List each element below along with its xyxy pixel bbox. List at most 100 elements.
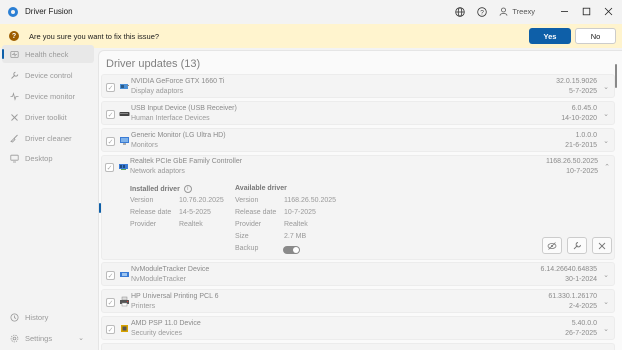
device-name: AMD PSP 11.0 Device: [131, 320, 201, 327]
checkbox[interactable]: ✓: [105, 163, 114, 172]
sidebar-item-label: Device monitor: [25, 91, 76, 101]
maximize-icon: [582, 7, 590, 16]
checkbox[interactable]: ✓: [106, 325, 115, 334]
device-category: Human Interface Devices: [131, 115, 210, 122]
checkbox[interactable]: ✓: [106, 83, 115, 92]
device-version: 32.0.15.9026: [556, 78, 597, 85]
sidebar-item-driver-cleaner[interactable]: Driver cleaner: [2, 129, 94, 147]
device-row-partial[interactable]: [101, 343, 615, 350]
installed-driver-title: Installed driver: [130, 185, 180, 193]
hide-update-button[interactable]: [542, 237, 562, 254]
device-row[interactable]: ✓ HP Universal Printing PCL 6 Printers 6…: [101, 289, 615, 313]
help-icon[interactable]: ?: [471, 0, 493, 23]
device-row[interactable]: ✓ Generic Monitor (LG Ultra HD) Monitors…: [101, 128, 615, 152]
device-version: 1168.26.50.2025: [545, 158, 598, 165]
device-category: NvModuleTracker: [131, 276, 186, 283]
close-button[interactable]: [597, 0, 619, 23]
chevron-down-icon[interactable]: ⌄: [603, 83, 609, 91]
scrollbar-thumb[interactable]: [615, 64, 617, 88]
device-version: 5.40.0.0: [571, 320, 597, 327]
device-date: 10-7-2025: [566, 168, 598, 175]
user-account[interactable]: Treexy: [499, 7, 535, 16]
pulse-icon: [9, 91, 19, 101]
sidebar-item-desktop[interactable]: Desktop: [2, 149, 94, 167]
no-button[interactable]: No: [575, 28, 616, 44]
checkbox[interactable]: ✓: [106, 298, 115, 307]
installed-driver-heading: Installed driver i: [130, 185, 192, 193]
device-row[interactable]: ✓ USB Input Device (USB Receiver) Human …: [101, 101, 615, 125]
checkbox[interactable]: ✓: [106, 271, 115, 280]
fix-button[interactable]: [567, 237, 587, 254]
tools-icon: [598, 242, 606, 249]
sidebar-item-health-check[interactable]: Health check: [2, 45, 94, 63]
sidebar-item-device-control[interactable]: Device control: [2, 66, 94, 84]
installed-release-date-label: Release date: [130, 209, 172, 216]
chevron-up-icon[interactable]: ⌃: [604, 163, 610, 171]
confirmation-banner: ? Are you sure you want to fix this issu…: [0, 24, 622, 48]
sidebar-item-history[interactable]: History: [2, 308, 94, 326]
available-provider-value: Realtek: [284, 221, 308, 228]
device-category: Printers: [131, 303, 156, 310]
maximize-button[interactable]: [575, 0, 597, 23]
gear-icon: [9, 333, 19, 343]
device-category: Network adaptors: [130, 168, 185, 175]
selection-indicator: [99, 203, 101, 213]
yes-button[interactable]: Yes: [529, 28, 571, 44]
device-row-expanded[interactable]: ✓ Realtek PCIe GbE Family Controller Net…: [101, 155, 615, 179]
installed-release-date-value: 14-5-2025: [179, 209, 211, 216]
backup-toggle[interactable]: [283, 246, 300, 254]
sidebar-item-driver-toolkit[interactable]: Driver toolkit: [2, 108, 94, 126]
monitor-icon: [120, 137, 129, 145]
info-icon[interactable]: i: [183, 185, 192, 193]
sidebar-item-settings[interactable]: Settings ⌄: [2, 329, 94, 347]
available-version-label: Version: [235, 197, 259, 204]
wrench-icon: [9, 70, 19, 80]
device-row[interactable]: ✓ AMD PSP 11.0 Device Security devices 5…: [101, 316, 615, 340]
eye-off-icon: [547, 241, 557, 250]
installed-version-value: 10.76.20.2025: [179, 197, 224, 204]
minimize-button[interactable]: [553, 0, 575, 23]
minimize-icon: [560, 11, 568, 12]
device-date: 30-1-2024: [565, 276, 597, 283]
installed-provider-label: Provider: [130, 221, 157, 228]
svg-text:?: ?: [481, 9, 485, 16]
device-date: 2-4-2025: [568, 303, 597, 310]
banner-message: Are you sure you want to fix this issue?: [29, 31, 160, 41]
checkbox[interactable]: ✓: [106, 110, 115, 119]
user-name: Treexy: [512, 7, 535, 16]
backup-label: Backup: [235, 245, 259, 252]
page-title: Driver updates (13): [106, 58, 201, 70]
tools-icon: [9, 112, 19, 122]
sidebar-item-label: Driver cleaner: [25, 133, 72, 143]
device-name: USB Input Device (USB Receiver): [131, 105, 237, 112]
close-icon: [604, 7, 612, 16]
sidebar-item-label: Health check: [25, 49, 69, 59]
user-icon: [499, 7, 508, 16]
checkbox[interactable]: ✓: [106, 137, 115, 146]
installed-version-label: Version: [130, 197, 154, 204]
globe-icon[interactable]: [449, 0, 471, 23]
display-adapter-icon: [120, 84, 129, 89]
device-row[interactable]: ✓ NVIDIA GeForce GTX 1660 Ti Display ada…: [101, 74, 615, 98]
device-row[interactable]: ✓ NvModuleTracker Device NvModuleTracker…: [101, 262, 615, 286]
chevron-down-icon[interactable]: ⌄: [603, 271, 609, 279]
device-name: NvModuleTracker Device: [131, 266, 210, 273]
chevron-down-icon[interactable]: ⌄: [603, 298, 609, 306]
sidebar-item-device-monitor[interactable]: Device monitor: [2, 87, 94, 105]
chevron-down-icon[interactable]: ⌄: [603, 137, 609, 145]
chevron-down-icon[interactable]: ⌄: [603, 110, 609, 118]
chevron-down-icon[interactable]: ⌄: [603, 325, 609, 333]
tools-button[interactable]: [592, 237, 612, 254]
warning-icon: ?: [9, 31, 19, 41]
available-driver-heading: Available driver: [235, 185, 287, 192]
printer-icon: [120, 296, 129, 307]
sidebar-item-label: History: [25, 312, 49, 322]
available-size-value: 2.7 MB: [284, 233, 307, 240]
device-date: 5-7-2025: [568, 88, 597, 95]
sidebar: Health check Device control Device monit…: [0, 45, 96, 350]
device-date: 14-10-2020: [561, 115, 597, 122]
available-release-date-value: 10-7-2025: [284, 209, 316, 216]
app-title: Driver Fusion: [25, 7, 73, 16]
chevron-down-icon: ⌄: [78, 335, 84, 342]
device-category: Security devices: [131, 330, 182, 337]
